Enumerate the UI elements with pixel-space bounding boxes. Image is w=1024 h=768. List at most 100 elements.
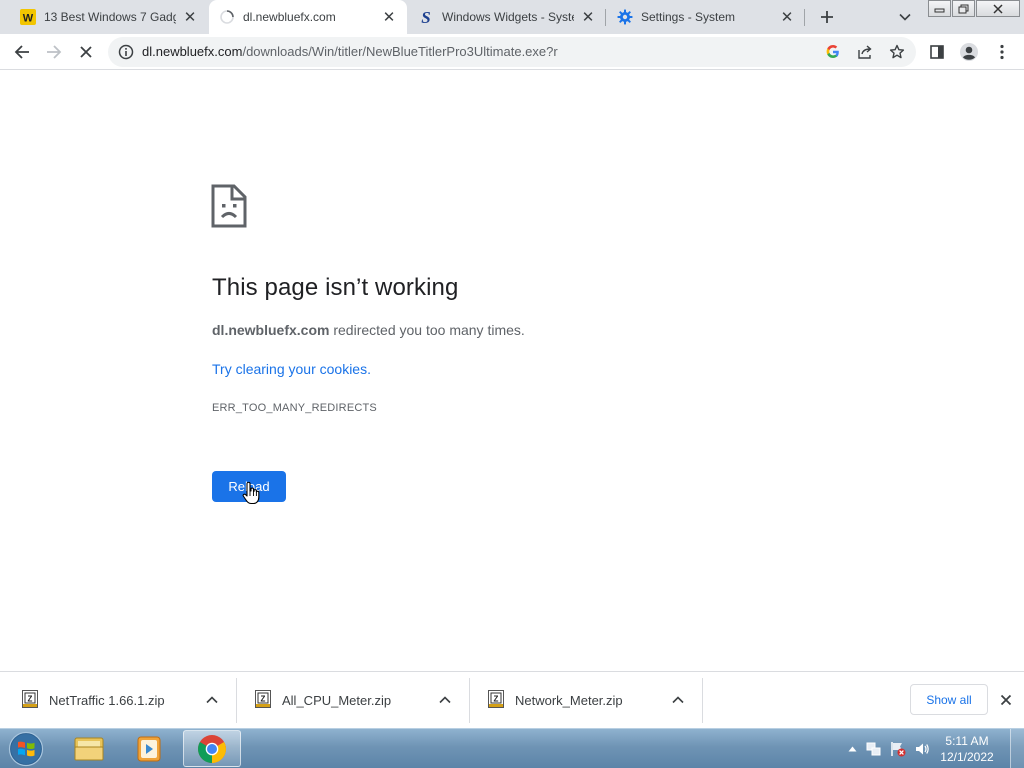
show-hidden-icons-button[interactable] [844, 741, 860, 757]
clock-time: 5:11 AM [945, 734, 989, 748]
taskbar-explorer[interactable] [60, 730, 118, 767]
media-player-icon [137, 736, 161, 761]
stop-loading-button[interactable] [72, 38, 100, 66]
new-tab-button[interactable] [815, 5, 839, 29]
download-filename: All_CPU_Meter.zip [282, 693, 392, 708]
download-item[interactable]: Z All_CPU_Meter.zip [233, 678, 469, 723]
close-window-button[interactable] [976, 0, 1020, 17]
taskbar-media-player[interactable] [120, 730, 178, 767]
start-button[interactable] [7, 731, 45, 767]
star-icon [889, 44, 905, 59]
taskbar-chrome[interactable] [183, 730, 241, 767]
tab-close-icon[interactable]: ✕ [381, 9, 397, 26]
triangle-up-icon [848, 746, 856, 752]
kebab-menu-icon [1000, 44, 1004, 60]
tab-title: 13 Best Windows 7 Gadg [44, 10, 176, 24]
tab-title: Settings - System [641, 10, 736, 24]
error-title: This page isn’t working [212, 274, 459, 301]
share-icon [858, 45, 872, 59]
side-panel-icon [930, 45, 944, 59]
zip-file-icon: Z [488, 690, 504, 708]
clear-cookies-link[interactable]: Try clearing your cookies. [212, 361, 371, 377]
google-lens-button[interactable] [824, 43, 842, 61]
close-icon [1000, 694, 1012, 706]
tab-search-button[interactable] [893, 5, 917, 29]
tab-close-icon[interactable]: ✕ [580, 9, 596, 26]
s-logo-icon: S [418, 9, 434, 25]
windows-taskbar: 5:11 AM 12/1/2022 [0, 728, 1024, 768]
speaker-icon [916, 743, 929, 755]
show-desktop-button[interactable] [1010, 729, 1024, 768]
download-filename: NetTraffic 1.66.1.zip [49, 693, 165, 708]
download-separator [702, 678, 703, 723]
google-g-icon [826, 45, 839, 58]
tab-close-icon[interactable]: ✕ [779, 9, 795, 26]
restore-icon [958, 4, 969, 13]
download-item[interactable]: Z NetTraffic 1.66.1.zip [0, 678, 236, 723]
minimize-icon [934, 8, 945, 13]
url-text[interactable]: dl.newbluefx.com/downloads/Win/titler/Ne… [142, 44, 558, 59]
tab-title: Windows Widgets - Syste [442, 10, 574, 24]
back-button[interactable] [8, 38, 36, 66]
chevron-down-icon [899, 13, 911, 21]
error-code: ERR_TOO_MANY_REDIRECTS [212, 402, 377, 414]
tab-separator [804, 9, 805, 26]
share-button[interactable] [856, 43, 874, 61]
svg-text:Z: Z [494, 695, 499, 704]
system-clock[interactable]: 5:11 AM 12/1/2022 [936, 733, 998, 765]
action-center-tray-icon[interactable] [890, 741, 906, 757]
zip-file-icon: Z [22, 690, 38, 708]
network-tray-icon[interactable] [866, 741, 882, 757]
arrow-left-icon [14, 45, 29, 59]
loading-spinner-icon [219, 9, 235, 25]
tab-strip: W 13 Best Windows 7 Gadg ✕ dl.newbluefx.… [0, 0, 1024, 34]
close-icon [993, 3, 1003, 14]
network-icon [866, 742, 881, 756]
gear-icon [617, 9, 633, 25]
volume-tray-icon[interactable] [914, 741, 930, 757]
tab-separator [605, 9, 606, 26]
error-message: redirected you too many times. [329, 322, 525, 338]
chevron-up-icon[interactable] [204, 692, 220, 708]
download-filename: Network_Meter.zip [515, 693, 623, 708]
arrow-right-icon [47, 45, 62, 59]
error-domain: dl.newbluefx.com [212, 322, 330, 338]
side-panel-button[interactable] [923, 38, 951, 66]
profile-button[interactable] [955, 38, 983, 66]
info-icon[interactable] [118, 44, 134, 60]
chrome-icon [198, 734, 226, 763]
svg-text:W: W [23, 13, 34, 25]
chevron-up-icon[interactable] [437, 692, 453, 708]
error-description: dl.newbluefx.com redirected you too many… [212, 322, 525, 338]
folder-icon [74, 737, 104, 760]
plus-icon [821, 11, 833, 23]
flag-warning-icon [891, 742, 906, 757]
close-shelf-button[interactable] [997, 691, 1015, 709]
browser-toolbar: dl.newbluefx.com/downloads/Win/titler/Ne… [0, 34, 1024, 70]
download-item[interactable]: Z Network_Meter.zip [466, 678, 702, 723]
chevron-up-icon[interactable] [670, 692, 686, 708]
clock-date: 12/1/2022 [940, 750, 994, 764]
w-logo-icon: W [20, 9, 36, 25]
minimize-button[interactable] [928, 0, 951, 17]
bookmark-button[interactable] [888, 43, 906, 61]
zip-file-icon: Z [255, 690, 271, 708]
forward-button[interactable] [40, 38, 68, 66]
hand-cursor-icon [242, 481, 260, 505]
url-host: dl.newbluefx.com [142, 44, 243, 59]
restore-button[interactable] [952, 0, 975, 17]
error-page: This page isn’t working dl.newbluefx.com… [0, 71, 1024, 671]
svg-text:Z: Z [28, 695, 33, 704]
tab-13-best-windows-7-gadgets[interactable]: W 13 Best Windows 7 Gadg ✕ [10, 0, 208, 34]
tab-title: dl.newbluefx.com [243, 10, 336, 24]
svg-text:S: S [421, 9, 430, 25]
close-icon [80, 46, 92, 58]
sad-page-icon [211, 184, 247, 228]
tab-windows-widgets[interactable]: S Windows Widgets - Syste ✕ [408, 0, 606, 34]
menu-button[interactable] [988, 38, 1016, 66]
show-all-downloads-button[interactable]: Show all [910, 684, 988, 715]
address-bar[interactable]: dl.newbluefx.com/downloads/Win/titler/Ne… [108, 37, 916, 67]
tab-settings-system[interactable]: Settings - System ✕ [607, 0, 805, 34]
tab-close-icon[interactable]: ✕ [182, 9, 198, 26]
tab-newbluefx[interactable]: dl.newbluefx.com ✕ [209, 0, 407, 34]
